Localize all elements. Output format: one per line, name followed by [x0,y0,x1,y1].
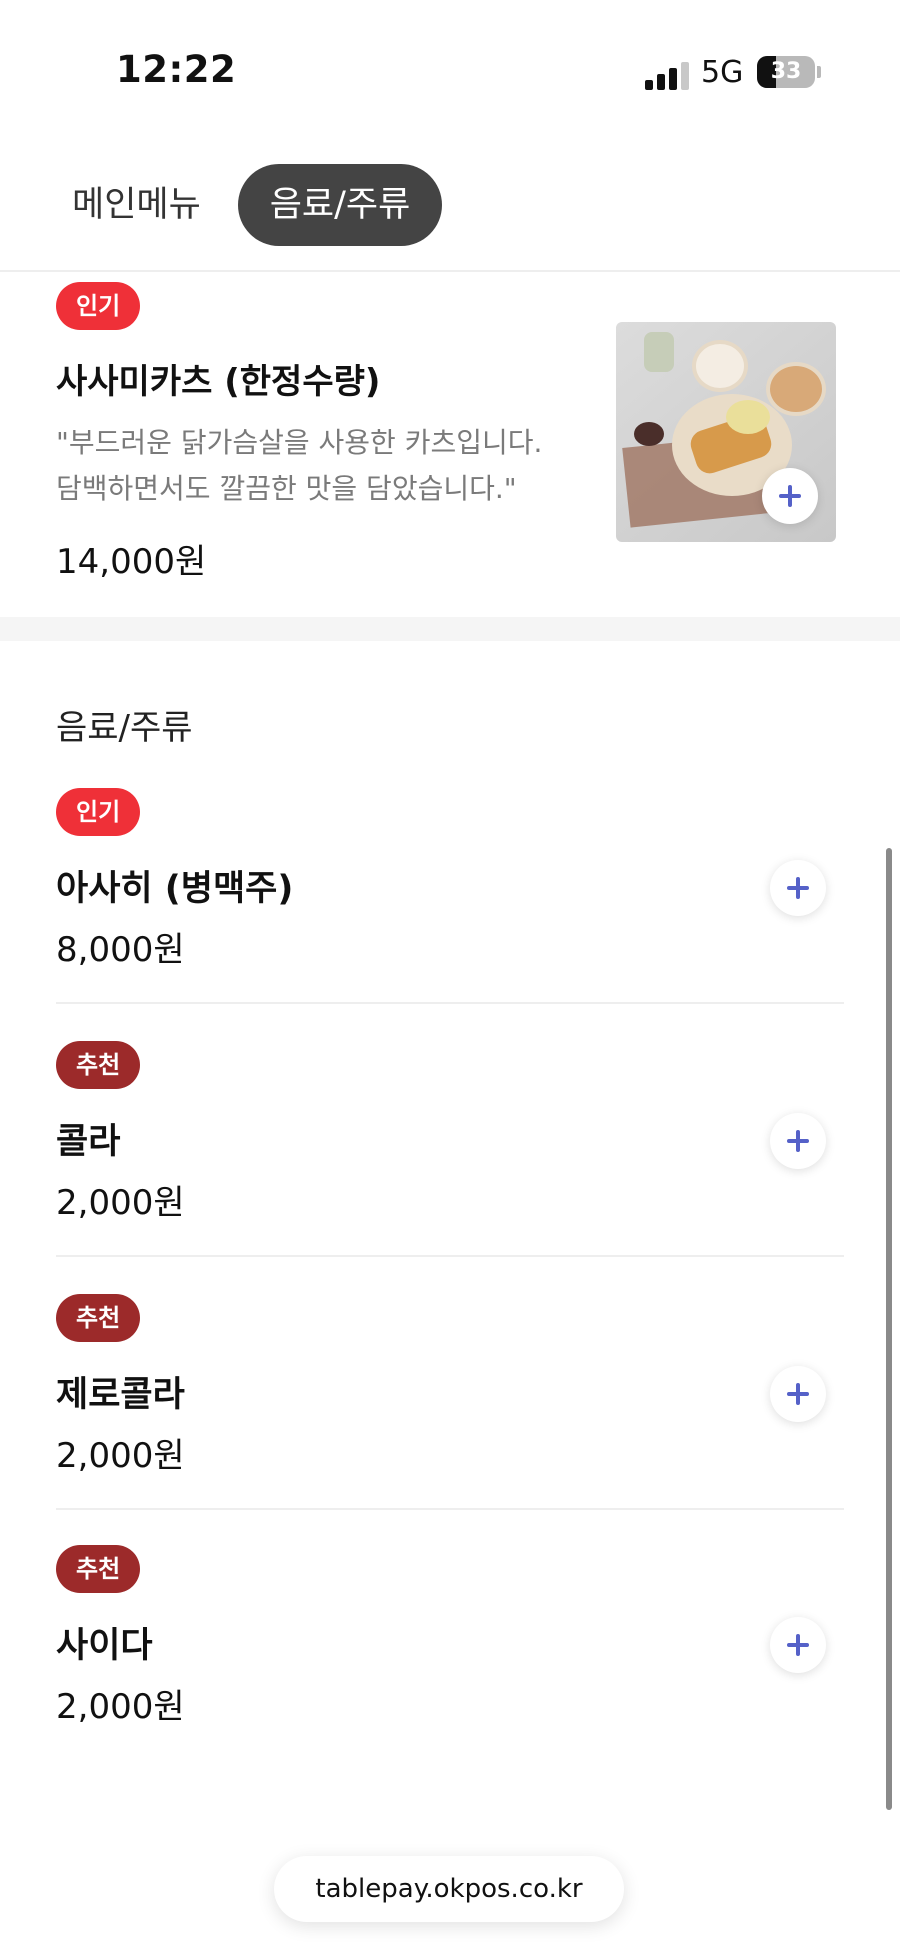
item-price: 2,000원 [56,1436,185,1476]
item-name: 사이다 [56,1626,153,1666]
status-bar: 12:22 5G 33 [0,0,900,150]
recommended-badge: 추천 [56,1294,141,1342]
food-photo[interactable] [616,322,836,542]
plus-icon[interactable] [770,1617,826,1673]
item-price: 2,000원 [56,1687,185,1727]
battery-percent: 33 [770,59,802,84]
item-price: 8,000원 [56,930,185,970]
section-title: 음료/주류 [56,708,193,748]
item-divider [56,1255,844,1257]
popular-badge: 인기 [56,282,141,330]
status-time: 12:22 [116,48,237,91]
menu-item[interactable]: 추천 제로콜라 2,000원 [56,1294,844,1546]
featured-menu-item[interactable]: 인기 사사미카츠 (한정수량) "부드러운 닭가슴살을 사용한 카츠입니다. 담… [0,272,900,616]
item-price: 14,000원 [56,542,207,582]
plus-icon[interactable] [770,860,826,916]
cabbage-shape [726,400,770,434]
recommended-badge: 추천 [56,1041,141,1089]
scrollbar[interactable] [886,848,892,1810]
menu-item[interactable]: 추천 사이다 2,000원 [56,1545,844,1797]
menu-item[interactable]: 추천 콜라 2,000원 [56,1041,844,1293]
category-tabs: 메인메뉴 음료/주류 [0,150,900,272]
description-line: "부드러운 닭가슴살을 사용한 카츠입니다. [56,426,543,459]
item-divider [56,1002,844,1004]
item-name: 사사미카츠 (한정수량) [56,362,381,402]
plus-icon[interactable] [762,468,818,524]
tab-main-menu[interactable]: 메인메뉴 [72,164,201,246]
item-divider [56,1508,844,1510]
signal-icon [645,62,689,90]
item-name: 제로콜라 [56,1375,185,1415]
item-name: 아사히 (병맥주) [56,869,294,909]
menu-item[interactable]: 인기 아사히 (병맥주) 8,000원 [56,788,844,1040]
tab-drinks[interactable]: 음료/주류 [238,164,442,246]
url-bar[interactable]: tablepay.okpos.co.kr [274,1856,624,1922]
item-price: 2,000원 [56,1183,185,1223]
popular-badge: 인기 [56,788,141,836]
plus-icon[interactable] [770,1113,826,1169]
description-line: 담백하면서도 깔끔한 맛을 담았습니다." [56,472,517,505]
network-type: 5G [701,55,744,90]
soup-bowl-shape [766,362,826,416]
recommended-badge: 추천 [56,1545,141,1593]
rice-bowl-shape [692,340,748,392]
sauce-shape [634,422,664,446]
cup-shape [644,332,674,372]
section-divider [0,617,900,641]
plus-icon[interactable] [770,1366,826,1422]
item-name: 콜라 [56,1122,121,1162]
item-description: "부드러운 닭가슴살을 사용한 카츠입니다. 담백하면서도 깔끔한 맛을 담았습… [56,420,596,512]
battery-icon: 33 [757,56,815,88]
battery-tip [817,66,821,78]
